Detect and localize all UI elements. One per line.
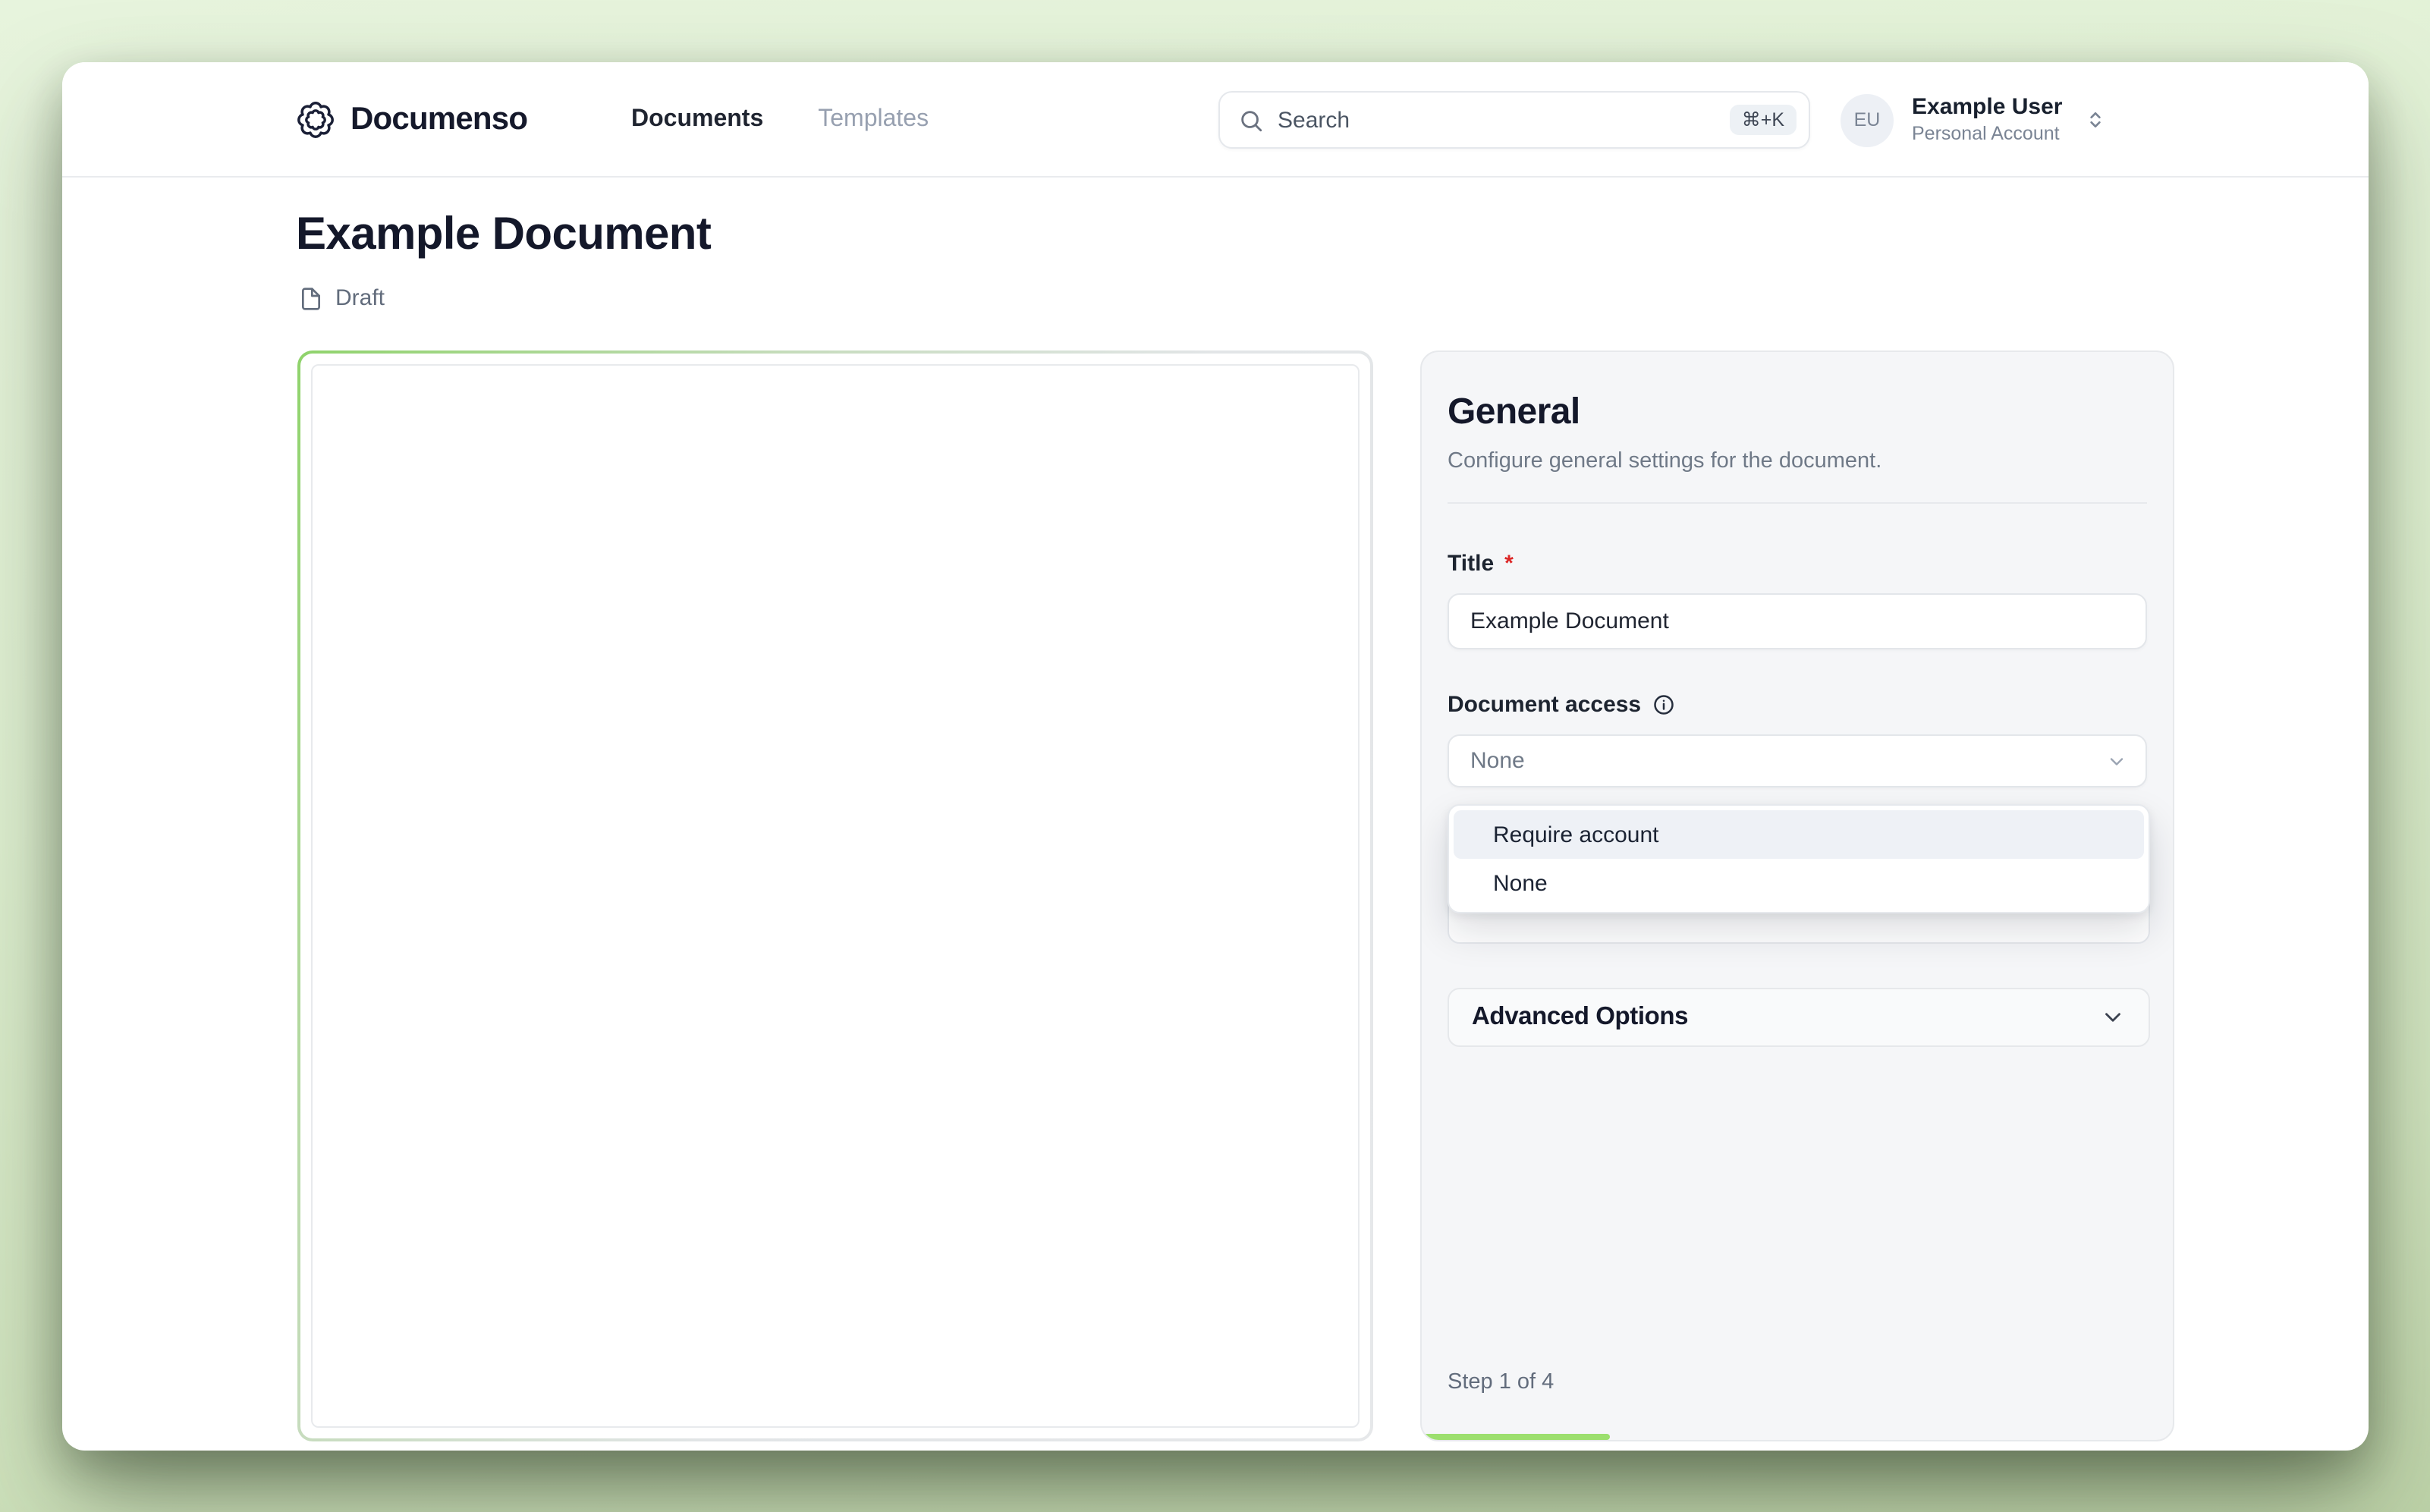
document-access-label: Document access bbox=[1448, 692, 2147, 718]
document-access-dropdown: Require account None bbox=[1448, 804, 2150, 913]
title-field[interactable] bbox=[1448, 593, 2147, 649]
app-header: Documenso Documents Templates Search ⌘+K… bbox=[62, 62, 2369, 178]
user-menu-button[interactable]: EU Example User Personal Account bbox=[1841, 62, 2108, 178]
search-input[interactable]: Search ⌘+K bbox=[1218, 91, 1810, 149]
settings-panel: General Configure general settings for t… bbox=[1420, 350, 2174, 1441]
required-marker: * bbox=[1504, 551, 1514, 577]
status-badge: Draft bbox=[335, 285, 385, 311]
advanced-options-toggle[interactable]: Advanced Options bbox=[1448, 988, 2150, 1047]
main-nav: Documents Templates bbox=[631, 62, 929, 178]
document-status: Draft bbox=[299, 285, 385, 311]
page-title: Example Document bbox=[296, 209, 712, 259]
nav-item-templates[interactable]: Templates bbox=[818, 106, 929, 134]
document-page bbox=[311, 364, 1360, 1428]
document-access-select[interactable]: None bbox=[1448, 734, 2147, 787]
info-icon[interactable] bbox=[1652, 693, 1674, 716]
file-icon bbox=[302, 287, 320, 310]
search-icon bbox=[1241, 110, 1262, 131]
step-progress-fill bbox=[1422, 1434, 1610, 1440]
chevron-down-icon bbox=[2106, 750, 2127, 772]
user-name: Example User bbox=[1912, 93, 2063, 120]
dropdown-option-require-account[interactable]: Require account bbox=[1454, 810, 2144, 859]
dropdown-option-none[interactable]: None bbox=[1454, 859, 2144, 907]
app-window: Documenso Documents Templates Search ⌘+K… bbox=[62, 62, 2369, 1451]
panel-heading: General bbox=[1448, 391, 1580, 432]
search-shortcut-badge: ⌘+K bbox=[1729, 104, 1797, 136]
nav-item-documents[interactable]: Documents bbox=[631, 106, 763, 134]
chevron-down-icon bbox=[2100, 1004, 2126, 1030]
advanced-options-label: Advanced Options bbox=[1472, 1003, 1689, 1030]
brand-name: Documenso bbox=[351, 102, 528, 137]
documenso-logo-icon bbox=[297, 102, 334, 138]
user-meta: Example User Personal Account bbox=[1912, 94, 2062, 146]
document-preview-frame bbox=[297, 350, 1373, 1441]
divider bbox=[1448, 502, 2147, 504]
select-value: None bbox=[1470, 748, 1525, 774]
search-placeholder: Search bbox=[1278, 107, 1350, 133]
avatar: EU bbox=[1841, 93, 1894, 146]
title-field-label: Title * bbox=[1448, 551, 1514, 577]
brand-logo[interactable]: Documenso bbox=[296, 62, 528, 178]
unfold-chevrons-icon bbox=[2083, 108, 2108, 132]
desktop-background: Documenso Documents Templates Search ⌘+K… bbox=[0, 0, 2430, 1512]
step-progress-bar bbox=[1422, 1434, 2173, 1440]
step-indicator: Step 1 of 4 bbox=[1448, 1370, 1555, 1394]
panel-description: Configure general settings for the docum… bbox=[1448, 449, 1882, 473]
user-account-type: Personal Account bbox=[1912, 122, 2060, 144]
